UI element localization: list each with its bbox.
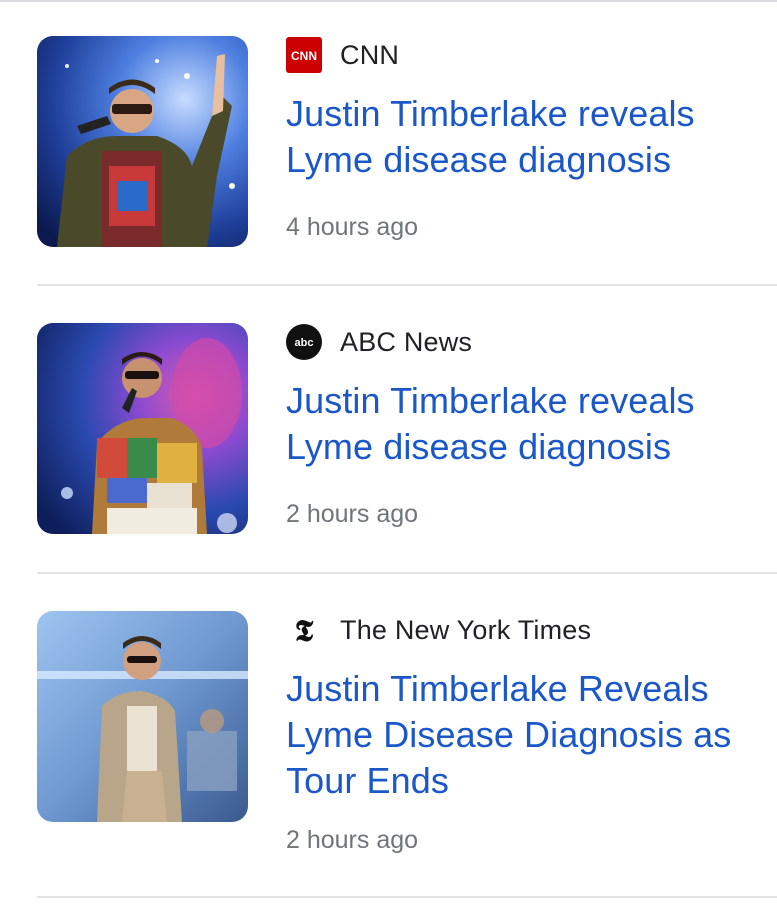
svg-text:CNN: CNN (291, 49, 317, 63)
article-source: 𝕿 The New York Times (286, 611, 591, 649)
svg-text:abc: abc (295, 337, 314, 349)
source-name: CNN (340, 39, 400, 70)
news-article-card[interactable]: CNN CNN Justin Timberlake reveals Lyme d… (0, 0, 777, 287)
article-headline-link[interactable]: Justin Timberlake Reveals Lyme Disease D… (286, 666, 756, 804)
article-divider (37, 284, 777, 286)
article-timestamp: 2 hours ago (286, 500, 419, 528)
article-headline-link[interactable]: Justin Timberlake reveals Lyme disease d… (286, 91, 756, 183)
nyt-logo-icon: 𝕿 (286, 612, 322, 648)
article-divider (37, 572, 777, 574)
article-timestamp: 4 hours ago (286, 213, 419, 241)
cnn-logo-icon: CNN (286, 37, 322, 73)
article-divider (37, 896, 777, 898)
article-headline-link[interactable]: Justin Timberlake reveals Lyme disease d… (286, 378, 756, 470)
article-thumbnail[interactable] (37, 611, 248, 822)
svg-text:𝕿: 𝕿 (295, 614, 314, 648)
article-thumbnail[interactable] (37, 323, 248, 534)
article-timestamp: 2 hours ago (286, 826, 419, 854)
article-thumbnail[interactable] (37, 36, 248, 247)
news-article-card[interactable]: 𝕿 The New York Times Justin Timberlake R… (0, 575, 777, 907)
article-source: abc ABC News (286, 323, 472, 361)
abc-news-logo-icon: abc (286, 324, 322, 360)
article-source: CNN CNN (286, 36, 399, 74)
source-name: ABC News (340, 326, 473, 357)
news-article-card[interactable]: abc ABC News Justin Timberlake reveals L… (0, 287, 777, 574)
source-name: The New York Times (340, 614, 592, 645)
